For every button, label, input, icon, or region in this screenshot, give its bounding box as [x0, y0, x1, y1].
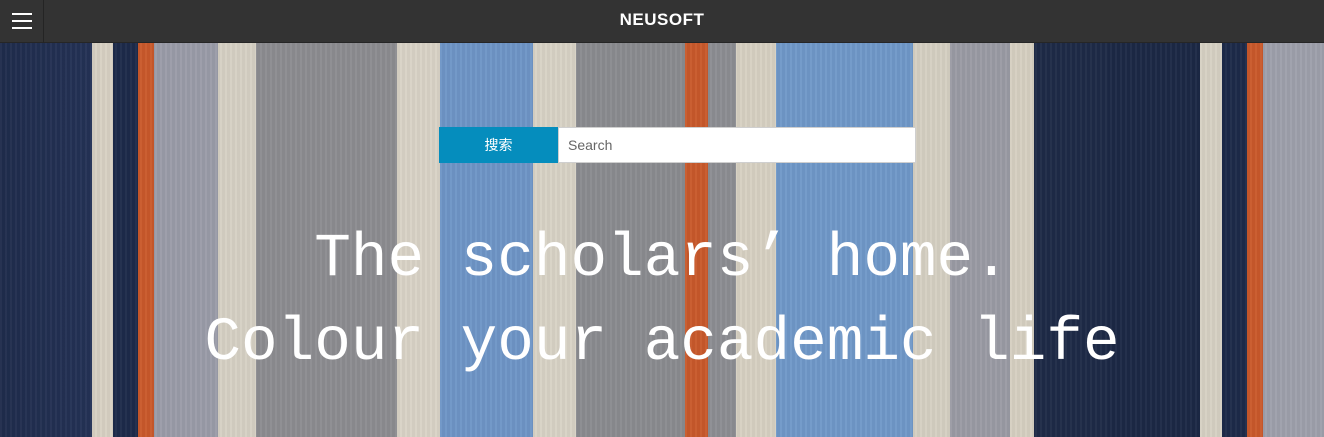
hero-banner: 搜索 The scholars’ home. Colour your acade… — [0, 43, 1324, 437]
search-bar: 搜索 — [439, 127, 916, 163]
hamburger-menu-icon[interactable] — [0, 0, 44, 43]
top-navbar: NEUSOFT — [0, 0, 1324, 43]
search-input[interactable] — [558, 127, 916, 163]
hero-tagline-line-2: Colour your academic life — [204, 309, 1120, 378]
menu-bar-middle — [12, 20, 32, 22]
search-button[interactable]: 搜索 — [439, 127, 558, 163]
menu-bar-bottom — [12, 27, 32, 29]
menu-bar-top — [12, 13, 32, 15]
brand-title: NEUSOFT — [619, 10, 705, 29]
hero-tagline-line-1: The scholars’ home. — [314, 225, 1010, 294]
